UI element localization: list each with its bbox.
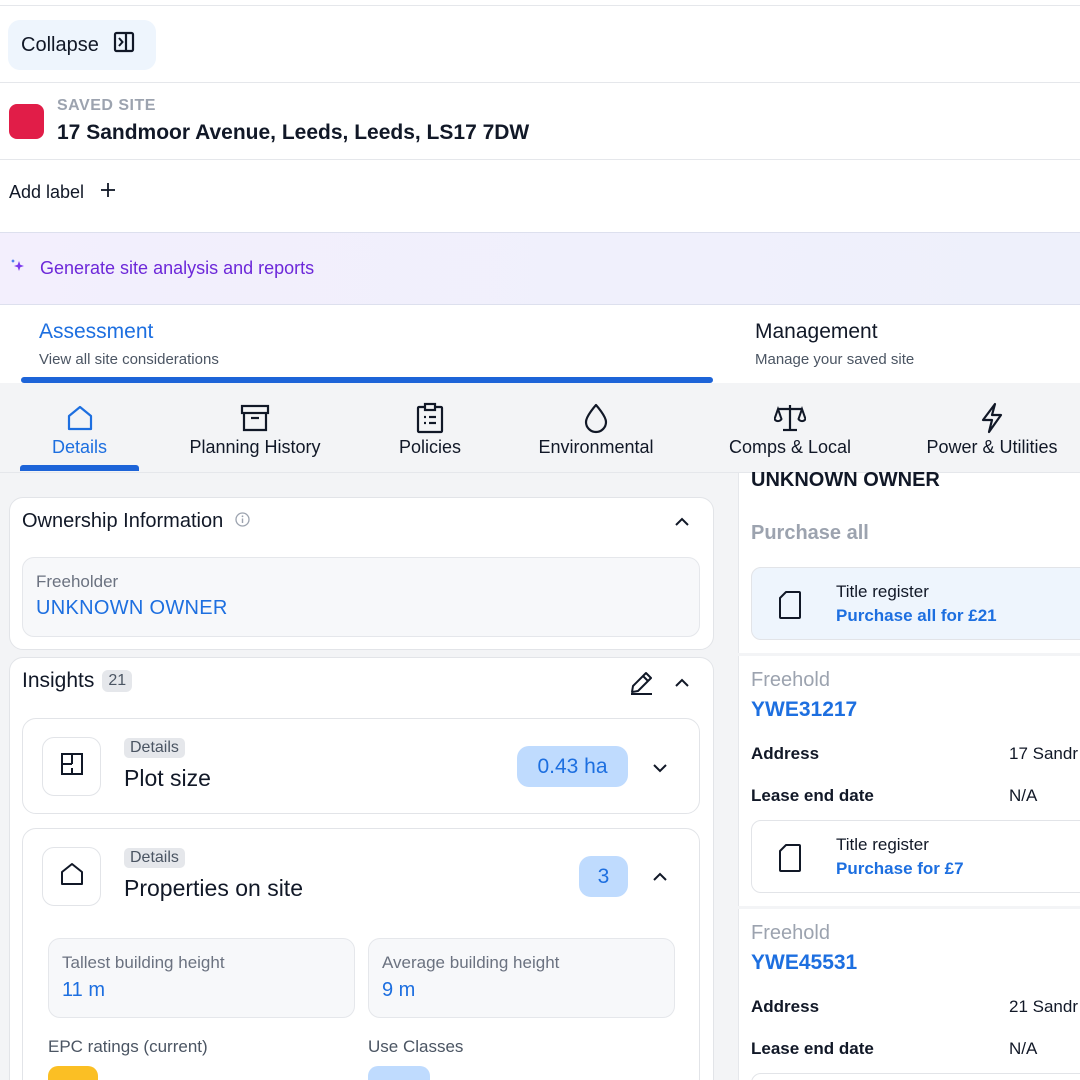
site-color-swatch (9, 104, 44, 139)
lease-end-label: Lease end date (751, 1039, 874, 1058)
epc-ratings-label: EPC ratings (current) (48, 1037, 208, 1056)
insight-value-pill: 0.43 ha (517, 746, 628, 787)
droplet-icon (581, 401, 611, 435)
address-value: 17 Sandr (1009, 744, 1078, 763)
category-environmental[interactable]: Environmental (526, 383, 666, 473)
purchase-all-price[interactable]: Purchase all for £21 (836, 606, 997, 626)
owner-name: UNKNOWN OWNER (751, 469, 940, 491)
metric-label: Average building height (382, 953, 560, 972)
category-details[interactable]: Details (20, 383, 139, 473)
bolt-icon (978, 401, 1006, 435)
active-category-indicator (20, 465, 139, 471)
clipboard-icon (415, 401, 445, 435)
insight-title: Plot size (124, 765, 211, 791)
use-classes-label: Use Classes (368, 1037, 464, 1056)
insights-header[interactable]: Insights 21 (22, 669, 133, 693)
document-icon (778, 843, 802, 878)
chevron-down-icon[interactable] (652, 761, 668, 779)
title-register-purchase[interactable]: Title register Purchase for £7 (751, 820, 1080, 893)
lease-end-value: N/A (1009, 1039, 1038, 1058)
plus-icon (100, 182, 116, 203)
metric-average-building: Average building height 9 m (368, 938, 675, 1018)
ownership-header[interactable]: Ownership Information (22, 510, 250, 533)
title-register-purchase-all[interactable]: Title register Purchase all for £21 (751, 567, 1080, 640)
generate-analysis-banner[interactable]: Generate site analysis and reports (0, 232, 1080, 305)
category-planning-history[interactable]: Planning History (170, 383, 340, 473)
title-number[interactable]: YWE31217 (751, 698, 857, 722)
lease-end-label: Lease end date (751, 786, 874, 805)
divider (0, 82, 1080, 83)
insight-tag: Details (124, 848, 185, 868)
metric-tallest-building: Tallest building height 11 m (48, 938, 355, 1018)
freeholder-value[interactable]: UNKNOWN OWNER (36, 597, 228, 620)
chevron-up-icon[interactable] (652, 870, 668, 888)
floorplan-icon (60, 752, 84, 781)
title-register-purchase[interactable] (751, 1073, 1080, 1080)
add-label-text: Add label (9, 182, 85, 202)
category-label: Policies (398, 437, 462, 457)
purchase-price[interactable]: Purchase for £7 (836, 859, 964, 879)
lease-end-value: N/A (1009, 786, 1038, 805)
home-icon (60, 862, 84, 891)
collapse-label: Collapse (21, 33, 99, 56)
divider (0, 159, 1080, 160)
generate-analysis-label: Generate site analysis and reports (40, 258, 315, 278)
sidebar-collapse-icon (113, 31, 135, 59)
chevron-up-icon[interactable] (674, 676, 690, 694)
tab-assessment[interactable]: Assessment (39, 320, 153, 344)
title-register-label: Title register (836, 582, 929, 601)
category-nav: Details Planning History Policies Enviro… (0, 383, 1080, 473)
tenure-label: Freehold (751, 922, 830, 944)
tab-management[interactable]: Management (755, 320, 878, 344)
category-label: Details (51, 437, 108, 457)
insight-item-icon (42, 737, 101, 796)
edit-pencil-icon[interactable] (628, 670, 654, 701)
site-address: 17 Sandmoor Avenue, Leeds, Leeds, LS17 7… (57, 121, 530, 144)
category-label: Environmental (538, 437, 654, 457)
freeholder-label: Freeholder (36, 572, 119, 591)
sparkle-icon (10, 257, 28, 280)
category-label: Planning History (189, 437, 321, 457)
insights-count-badge: 21 (102, 670, 133, 692)
title-register-label: Title register (836, 835, 929, 854)
home-icon (65, 401, 95, 435)
category-label: Comps & Local (728, 437, 852, 457)
category-power-utilities[interactable]: Power & Utilities (912, 383, 1072, 473)
tenure-label: Freehold (751, 669, 830, 691)
address-value: 21 Sandr (1009, 997, 1078, 1016)
category-comps-local[interactable]: Comps & Local (715, 383, 865, 473)
metric-value: 11 m (62, 979, 105, 1001)
tab-assessment-subtitle: View all site considerations (39, 351, 219, 368)
category-label: Power & Utilities (926, 437, 1058, 457)
document-icon (778, 590, 802, 625)
use-class-badge (368, 1066, 430, 1080)
ownership-title: Ownership Information (22, 510, 224, 532)
purchase-all-heading: Purchase all (751, 522, 869, 544)
info-icon[interactable] (235, 510, 250, 533)
address-label: Address (751, 744, 820, 763)
saved-site-kicker: SAVED SITE (57, 97, 156, 114)
address-label: Address (751, 997, 820, 1016)
insight-tag: Details (124, 738, 185, 758)
metric-label: Tallest building height (62, 953, 225, 972)
insight-item-icon (42, 847, 101, 906)
insight-value-pill: 3 (579, 856, 628, 897)
add-label-button[interactable]: Add label (9, 182, 116, 203)
tab-management-subtitle: Manage your saved site (755, 351, 915, 368)
epc-rating-badge (48, 1066, 98, 1080)
chevron-up-icon[interactable] (674, 515, 690, 533)
category-policies[interactable]: Policies (380, 383, 480, 473)
title-number[interactable]: YWE45531 (751, 951, 857, 975)
collapse-button[interactable]: Collapse (8, 20, 156, 70)
insights-title: Insights (22, 669, 95, 692)
scale-icon (774, 401, 806, 435)
metric-value: 9 m (382, 979, 416, 1001)
top-divider (0, 5, 1080, 6)
archive-icon (240, 401, 270, 435)
insight-title: Properties on site (124, 875, 303, 901)
